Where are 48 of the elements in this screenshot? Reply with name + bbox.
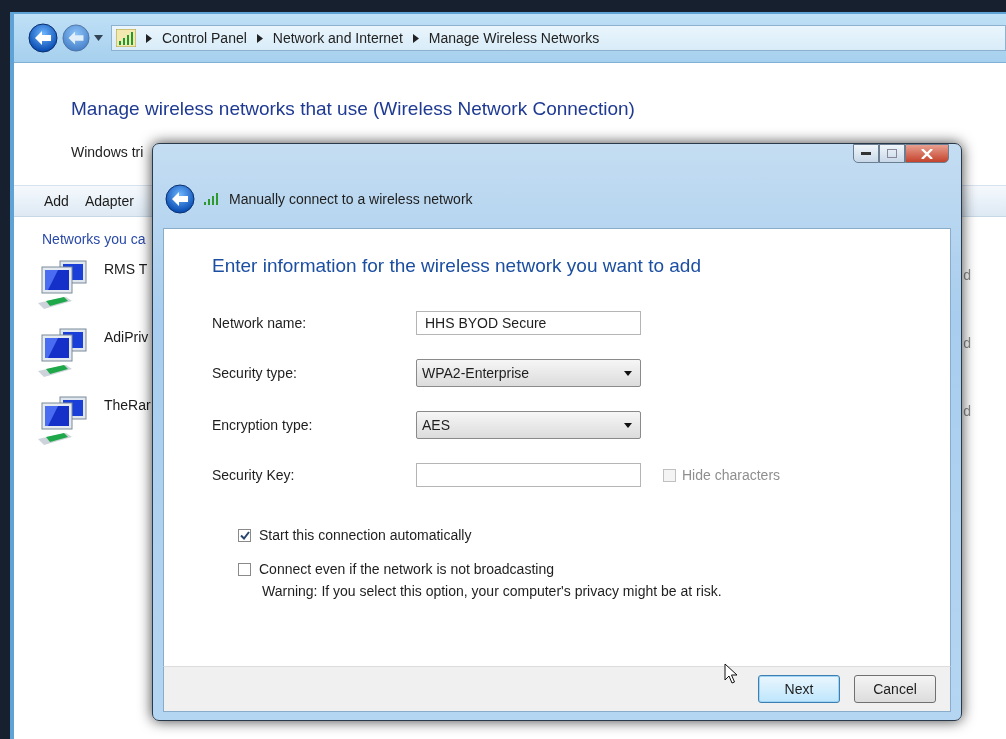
network-name[interactable]: TheRar (104, 397, 151, 413)
network-status: d (963, 267, 971, 283)
field-label: Network name: (212, 315, 308, 331)
minimize-button[interactable] (853, 144, 879, 163)
warning-text: Warning: If you select this option, your computer's privacy might be at risk. (262, 583, 723, 599)
list-heading: Networks you ca (42, 231, 146, 247)
caret-icon (624, 370, 632, 376)
check-icon (239, 530, 250, 540)
breadcrumb[interactable]: Network and Internet (272, 30, 403, 46)
page-title: Manage wireless networks that use (Wireless Network Connection) (71, 98, 635, 120)
toolbar-button[interactable]: Adapter (84, 193, 134, 209)
field-label: Security Key: (212, 467, 296, 483)
network-name[interactable]: RMS T (104, 261, 148, 277)
dialog-button[interactable]: Next (758, 675, 840, 703)
field-label: Security type: (212, 365, 298, 381)
close-button[interactable] (905, 144, 949, 163)
toolbar-button[interactable]: Add (44, 193, 69, 209)
dialog-title: Manually connect to a wireless network (229, 191, 473, 207)
checkbox-label: Hide characters (682, 467, 781, 483)
dropdown-icon (94, 35, 103, 41)
breadcrumb[interactable]: Control Panel (162, 30, 247, 46)
network-status: d (963, 335, 971, 351)
text-field[interactable]: HHS BYOD Secure (416, 311, 641, 335)
caret-icon (624, 422, 632, 428)
network-name[interactable]: AdiPriv (104, 329, 149, 345)
description-text: Windows tri (71, 144, 144, 160)
checkbox-label: Connect even if the network is not broadcasting (259, 561, 554, 577)
network-icon (116, 29, 136, 47)
close-icon (921, 148, 933, 159)
minimize-icon (861, 151, 871, 156)
chevron-icon (146, 33, 152, 43)
text-field[interactable] (416, 463, 641, 487)
chevron-icon (412, 33, 419, 43)
checkbox[interactable] (238, 528, 251, 542)
dialog-heading: Enter information for the wireless network you want to add (212, 255, 702, 277)
address-bar[interactable]: Control Panel Network and Internet Manage Wireless Networks (111, 25, 1006, 51)
checkbox-label: Start this connection automatically (259, 527, 472, 543)
maximize-button[interactable] (879, 144, 905, 163)
checkbox[interactable] (238, 562, 251, 576)
dropdown[interactable]: AES (416, 411, 641, 439)
maximize-icon (887, 149, 897, 158)
chevron-icon (256, 33, 263, 43)
dropdown[interactable]: WPA2-Enterprise (416, 359, 641, 387)
dialog-button[interactable]: Cancel (854, 675, 936, 703)
signal-icon (203, 192, 221, 206)
field-label: Encryption type: (212, 417, 314, 433)
network-status: d (963, 403, 971, 419)
breadcrumb[interactable]: Manage Wireless Networks (428, 30, 600, 46)
